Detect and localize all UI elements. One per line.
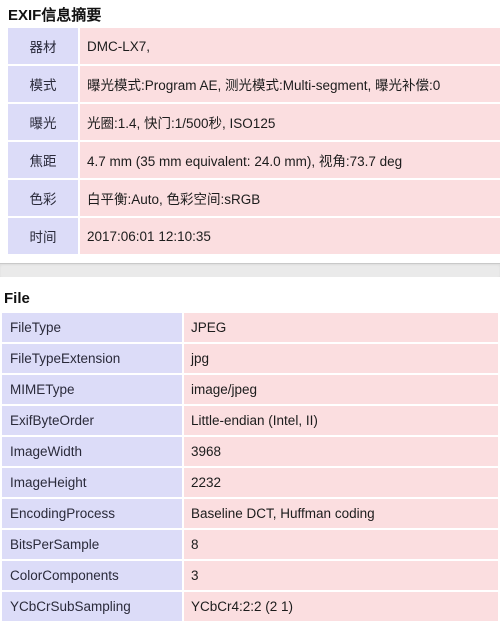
file-tag-value-cell: Baseline DCT, Huffman coding [184,499,498,528]
file-tag-name-cell: ImageWidth [2,437,182,466]
table-row: MIMEType image/jpeg [2,375,498,404]
summary-value-cell: 曝光模式:Program AE, 测光模式:Multi-segment, 曝光补… [80,66,500,102]
file-tag-value-cell: Little-endian (Intel, II) [184,406,498,435]
file-tag-name-cell: ExifByteOrder [2,406,182,435]
section-divider [0,263,500,277]
table-row: 曝光 光圈:1.4, 快门:1/500秒, ISO125 [8,104,500,140]
summary-label-cell: 色彩 [8,180,78,216]
file-tag-value-cell: 8 [184,530,498,559]
summary-value-cell: 白平衡:Auto, 色彩空间:sRGB [80,180,500,216]
file-group-section: File FileType JPEG FileTypeExtension jpg… [0,289,500,623]
table-row: FileType JPEG [2,313,498,342]
table-row: 色彩 白平衡:Auto, 色彩空间:sRGB [8,180,500,216]
file-tag-name-cell: FileType [2,313,182,342]
table-row: 器材 DMC-LX7, [8,28,500,64]
table-row: 焦距 4.7 mm (35 mm equivalent: 24.0 mm), 视… [8,142,500,178]
file-tag-value-cell: 3 [184,561,498,590]
file-group-title: File [4,290,30,307]
file-tag-value-cell: jpg [184,344,498,373]
file-tag-value-cell: image/jpeg [184,375,498,404]
table-row: FileTypeExtension jpg [2,344,498,373]
table-row: ImageWidth 3968 [2,437,498,466]
exif-summary-table-body: 器材 DMC-LX7, 模式 曝光模式:Program AE, 测光模式:Mul… [8,28,500,254]
table-row: EncodingProcess Baseline DCT, Huffman co… [2,499,498,528]
summary-value-cell: DMC-LX7, [80,28,500,64]
file-tag-name-cell: ColorComponents [2,561,182,590]
file-tag-value-cell: 3968 [184,437,498,466]
exif-summary-table: 器材 DMC-LX7, 模式 曝光模式:Program AE, 测光模式:Mul… [6,26,500,256]
file-tag-name-cell: FileTypeExtension [2,344,182,373]
file-tag-value-cell: 2232 [184,468,498,497]
table-row: ImageHeight 2232 [2,468,498,497]
summary-label-cell: 曝光 [8,104,78,140]
summary-value-cell: 4.7 mm (35 mm equivalent: 24.0 mm), 视角:7… [80,142,500,178]
file-tag-value-cell: JPEG [184,313,498,342]
summary-value-cell: 2017:06:01 12:10:35 [80,218,500,254]
file-tag-name-cell: EncodingProcess [2,499,182,528]
summary-label-cell: 模式 [8,66,78,102]
table-row: 时间 2017:06:01 12:10:35 [8,218,500,254]
table-row: ExifByteOrder Little-endian (Intel, II) [2,406,498,435]
file-group-table-body: FileType JPEG FileTypeExtension jpg MIME… [2,313,498,621]
file-tag-name-cell: YCbCrSubSampling [2,592,182,621]
table-row: YCbCrSubSampling YCbCr4:2:2 (2 1) [2,592,498,621]
exif-report-page: EXIF信息摘要 器材 DMC-LX7, 模式 曝光模式:Program AE,… [0,6,500,623]
file-tag-name-cell: BitsPerSample [2,530,182,559]
summary-label-cell: 时间 [8,218,78,254]
file-tag-name-cell: ImageHeight [2,468,182,497]
summary-label-cell: 焦距 [8,142,78,178]
summary-label-cell: 器材 [8,28,78,64]
exif-summary-title: EXIF信息摘要 [8,7,102,24]
summary-value-cell: 光圈:1.4, 快门:1/500秒, ISO125 [80,104,500,140]
table-row: BitsPerSample 8 [2,530,498,559]
file-tag-value-cell: YCbCr4:2:2 (2 1) [184,592,498,621]
exif-summary-section: EXIF信息摘要 器材 DMC-LX7, 模式 曝光模式:Program AE,… [0,6,500,256]
table-row: ColorComponents 3 [2,561,498,590]
file-group-table: FileType JPEG FileTypeExtension jpg MIME… [0,311,500,623]
file-tag-name-cell: MIMEType [2,375,182,404]
table-row: 模式 曝光模式:Program AE, 测光模式:Multi-segment, … [8,66,500,102]
